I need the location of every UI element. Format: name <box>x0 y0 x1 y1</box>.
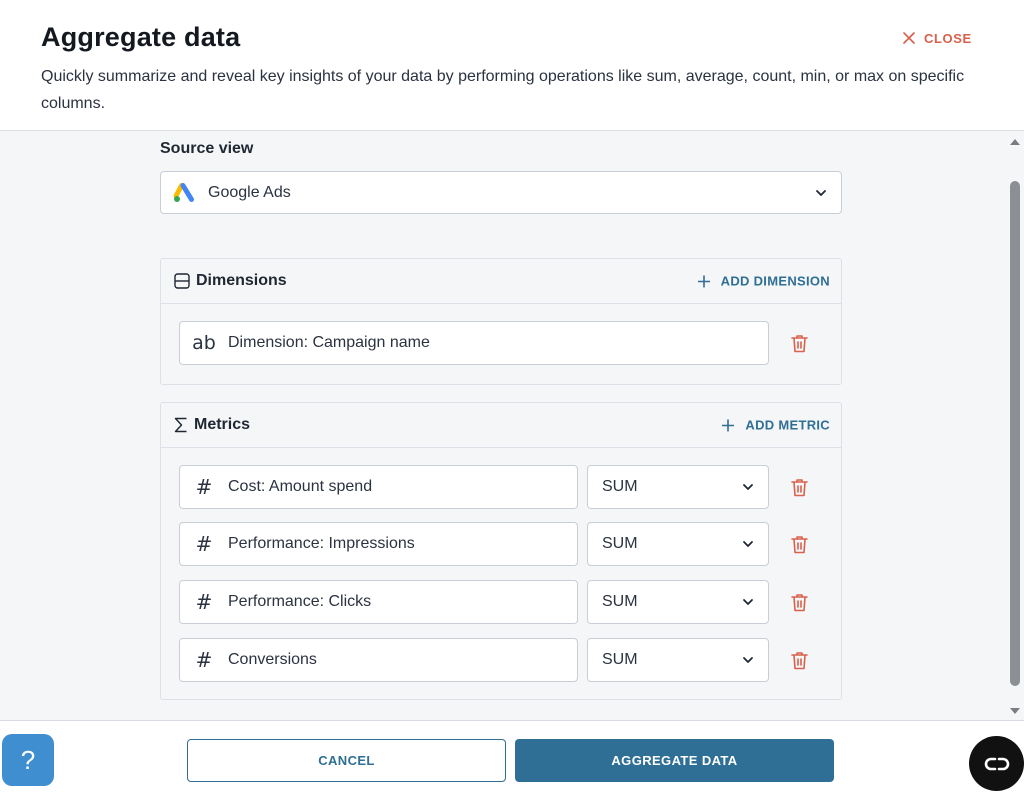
close-label: CLOSE <box>924 30 972 46</box>
close-button[interactable]: CLOSE <box>903 28 972 48</box>
dimensions-icon <box>174 273 190 289</box>
aggregation-value: SUM <box>602 651 638 668</box>
add-metric-label: ADD METRIC <box>745 417 830 433</box>
metric-field[interactable]: # Performance: Clicks <box>179 580 578 624</box>
chat-logo-icon <box>984 757 1009 770</box>
metrics-header: Metrics ADD METRIC <box>161 403 841 448</box>
help-icon: ? <box>20 744 36 775</box>
metrics-panel: Metrics ADD METRIC # Cost: Amount spend … <box>160 402 842 700</box>
aggregate-data-button[interactable]: AGGREGATE DATA <box>515 739 834 782</box>
scrollbar-thumb[interactable] <box>1010 181 1020 686</box>
dialog-description: Quickly summarize and reveal key insight… <box>41 68 965 112</box>
plus-icon <box>697 275 710 287</box>
metric-label: Performance: Impressions <box>228 535 415 552</box>
add-dimension-label: ADD DIMENSION <box>720 273 830 289</box>
dialog-title: Aggregate data <box>41 22 241 52</box>
dimension-label: Dimension: Campaign name <box>228 334 430 351</box>
aggregation-select[interactable]: SUM <box>587 638 769 682</box>
number-type-icon: # <box>195 590 213 614</box>
dialog-body[interactable]: Source view Google Ads Dimensions ADD DI… <box>0 131 1024 721</box>
metric-label: Conversions <box>228 651 317 668</box>
delete-metric-icon[interactable] <box>791 593 808 612</box>
delete-metric-icon[interactable] <box>791 535 808 554</box>
chevron-down-icon <box>743 484 753 490</box>
plus-icon <box>722 419 735 431</box>
aggregation-select[interactable]: SUM <box>587 522 769 566</box>
chevron-down-icon <box>743 599 753 605</box>
chat-widget-button[interactable] <box>969 736 1024 791</box>
number-type-icon: # <box>195 532 213 556</box>
source-view-select[interactable]: Google Ads <box>160 171 842 214</box>
metric-field[interactable]: # Performance: Impressions <box>179 522 578 566</box>
delete-dimension-icon[interactable] <box>791 334 808 353</box>
chevron-down-icon <box>743 541 753 547</box>
chevron-down-icon <box>743 657 753 663</box>
help-button[interactable]: ? <box>2 734 54 786</box>
delete-metric-icon[interactable] <box>791 651 808 670</box>
metric-field[interactable]: # Conversions <box>179 638 578 682</box>
add-metric-button[interactable]: ADD METRIC <box>722 418 830 433</box>
dimensions-panel: Dimensions ADD DIMENSION ab Dimension: C… <box>160 258 842 385</box>
dialog-header: Aggregate data Quickly summarize and rev… <box>0 0 1024 131</box>
source-view-value: Google Ads <box>208 183 291 201</box>
number-type-icon: # <box>195 475 213 499</box>
aggregation-select[interactable]: SUM <box>587 580 769 624</box>
metrics-title: Metrics <box>194 416 251 433</box>
google-ads-icon <box>173 182 194 202</box>
number-type-icon: # <box>195 648 213 672</box>
delete-metric-icon[interactable] <box>791 478 808 497</box>
aggregation-value: SUM <box>602 535 638 552</box>
dimensions-title: Dimensions <box>196 272 287 289</box>
text-type-icon: ab <box>192 332 216 354</box>
cancel-button[interactable]: CANCEL <box>187 739 506 782</box>
dimensions-header: Dimensions ADD DIMENSION <box>161 259 841 304</box>
add-dimension-button[interactable]: ADD DIMENSION <box>697 273 830 289</box>
metric-label: Performance: Clicks <box>228 593 372 610</box>
aggregation-value: SUM <box>602 478 638 495</box>
metric-field[interactable]: # Cost: Amount spend <box>179 465 578 509</box>
sigma-icon <box>174 417 187 433</box>
metric-label: Cost: Amount spend <box>228 478 373 495</box>
aggregation-select[interactable]: SUM <box>587 465 769 509</box>
chevron-down-icon <box>816 189 826 196</box>
source-view-label: Source view <box>160 140 254 157</box>
close-icon <box>903 32 915 44</box>
dimension-field[interactable]: ab Dimension: Campaign name <box>179 321 769 365</box>
scroll-down-arrow-icon[interactable] <box>1009 707 1021 715</box>
aggregation-value: SUM <box>602 593 638 610</box>
scroll-up-arrow-icon[interactable] <box>1009 138 1021 146</box>
